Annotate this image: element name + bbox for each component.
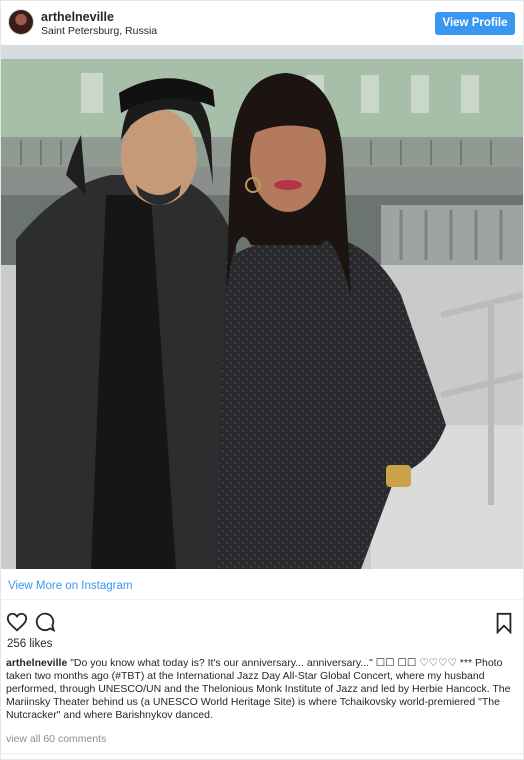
post-header: arthelneville Saint Petersburg, Russia V… xyxy=(1,1,523,45)
heart-icon[interactable] xyxy=(6,611,28,633)
location[interactable]: Saint Petersburg, Russia xyxy=(41,25,157,37)
view-more-link[interactable]: View More on Instagram xyxy=(8,580,132,592)
divider xyxy=(1,599,523,600)
view-all-comments-link[interactable]: view all 60 comments xyxy=(6,733,106,745)
username[interactable]: arthelneville xyxy=(41,10,114,24)
bookmark-icon[interactable] xyxy=(493,612,515,635)
bottom-divider xyxy=(1,753,523,754)
likes-count: 256 likes xyxy=(7,638,53,650)
post-caption: arthelneville "Do you know what today is… xyxy=(6,657,516,722)
caption-username[interactable]: arthelneville xyxy=(6,657,67,669)
avatar[interactable] xyxy=(8,9,34,35)
caption-text: "Do you know what today is? It's our ann… xyxy=(6,657,511,721)
comment-icon[interactable] xyxy=(34,611,56,633)
view-profile-button[interactable]: View Profile xyxy=(435,12,515,35)
instagram-embed-card: arthelneville Saint Petersburg, Russia V… xyxy=(0,0,524,760)
post-photo[interactable] xyxy=(1,45,523,569)
photo-illustration xyxy=(1,45,523,569)
